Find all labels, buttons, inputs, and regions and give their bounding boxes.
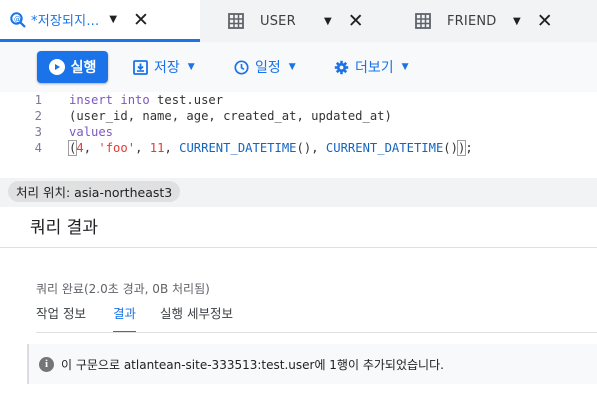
processing-location-chip[interactable]: 처리 위치: asia-northeast3: [8, 181, 181, 202]
line-number: 1: [34, 93, 42, 107]
sql-editor[interactable]: 1 insert into test.user 2 (user_id, name…: [0, 92, 597, 178]
tab-unsaved-query[interactable]: @ *저장되지... ▼ ✕: [0, 0, 200, 42]
more-menu-button[interactable]: 더보기 ▼: [334, 55, 409, 79]
code-line: 2 (user_id, name, age, created_at, updat…: [0, 108, 392, 124]
run-button-label: 실행: [70, 60, 97, 76]
code-text: (4, 'foo', 11, CURRENT_DATETIME(), CURRE…: [67, 140, 473, 156]
schedule-label: 일정: [255, 60, 281, 76]
tab-execution-details[interactable]: 실행 세부정보: [160, 306, 233, 333]
code-text: (user_id, name, age, created_at, updated…: [69, 109, 392, 123]
line-number: 2: [34, 109, 42, 123]
divider: [36, 332, 597, 333]
tab-label: *저장되지...: [31, 14, 100, 29]
close-icon[interactable]: ✕: [348, 10, 364, 32]
chevron-down-icon: ▼: [288, 62, 296, 72]
chevron-down-icon[interactable]: ▼: [513, 16, 521, 27]
gear-icon: [334, 60, 349, 74]
tab-label: USER: [260, 13, 296, 29]
more-label: 더보기: [355, 60, 394, 76]
svg-text:@: @: [14, 15, 21, 23]
line-number: 3: [34, 125, 42, 139]
chevron-down-icon[interactable]: ▼: [109, 14, 117, 25]
code-text: insert into test.user: [69, 93, 224, 107]
tab-user[interactable]: USER ▼ ✕: [200, 0, 380, 42]
save-menu-button[interactable]: 저장 ▼: [133, 55, 195, 79]
tab-friend[interactable]: FRIEND ▼ ✕: [380, 0, 597, 42]
query-toolbar: 실행 저장 ▼ 일정 ▼ 더보기 ▼: [0, 42, 597, 92]
code-line: 1 insert into test.user: [0, 92, 223, 108]
chevron-down-icon: ▼: [401, 62, 409, 72]
code-text: values: [69, 125, 114, 139]
tab-results[interactable]: 결과: [113, 306, 137, 333]
code-line: 3 values: [0, 124, 113, 140]
code-line: 4 (4, 'foo', 11, CURRENT_DATETIME(), CUR…: [0, 140, 473, 156]
save-icon: [133, 59, 148, 75]
close-icon[interactable]: ✕: [537, 10, 553, 32]
chevron-down-icon[interactable]: ▼: [324, 16, 332, 27]
editor-tab-bar: @ *저장되지... ▼ ✕ USER ▼ ✕ FRIEND ▼ ✕: [0, 0, 597, 42]
chevron-down-icon: ▼: [187, 62, 195, 72]
table-icon: [225, 10, 247, 32]
clock-icon: [234, 59, 249, 75]
run-button[interactable]: 실행: [37, 51, 108, 83]
results-title: 쿼리 결과: [30, 218, 98, 238]
result-message: 이 구문으로 atlantean-site-333513:test.user에 …: [61, 357, 444, 372]
query-status: 쿼리 완료(2.0초 경과, 0B 처리됨): [36, 282, 210, 296]
tab-job-info[interactable]: 작업 정보: [36, 306, 86, 333]
result-message-box: i 이 구문으로 atlantean-site-333513:test.user…: [27, 344, 597, 384]
schedule-menu-button[interactable]: 일정 ▼: [234, 55, 296, 79]
info-icon: i: [39, 356, 54, 372]
tab-label: FRIEND: [447, 13, 497, 29]
divider: [0, 247, 597, 248]
location-bar: 처리 위치: asia-northeast3: [0, 178, 597, 207]
table-icon: [412, 10, 434, 32]
line-number: 4: [34, 141, 42, 155]
play-icon: [48, 59, 65, 75]
save-label: 저장: [154, 60, 180, 76]
query-search-icon: @: [7, 9, 29, 31]
close-icon[interactable]: ✕: [133, 9, 149, 31]
